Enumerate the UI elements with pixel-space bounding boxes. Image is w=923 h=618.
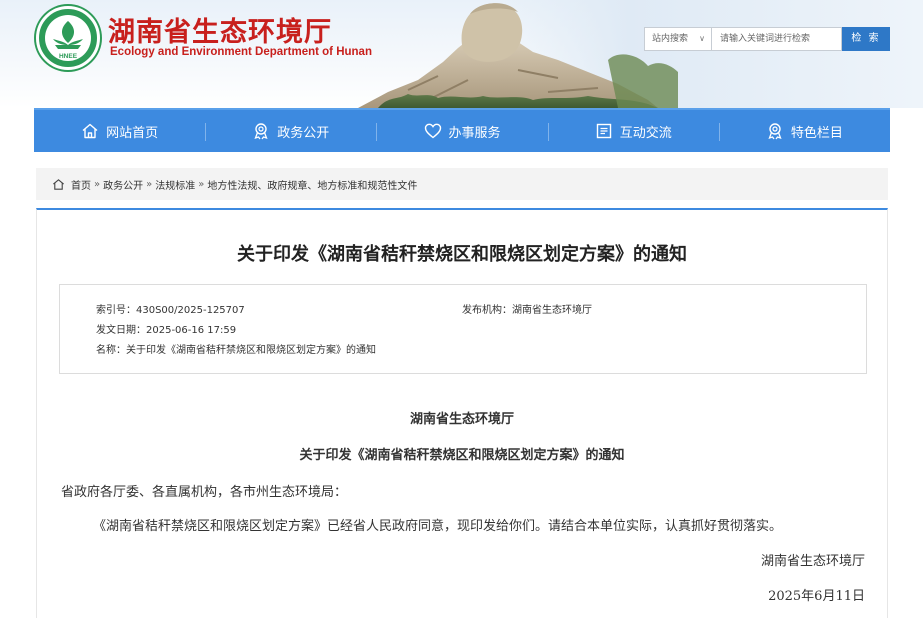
breadcrumb-separator: » — [146, 178, 153, 190]
nav-item-home[interactable]: 网站首页 — [34, 110, 205, 152]
meta-name-label: 名称： — [96, 345, 126, 356]
meta-publisher: 发布机构：湖南省生态环境厅 — [462, 301, 592, 316]
document-issuer: 湖南省生态环境厅 — [409, 412, 514, 427]
search-scope-select[interactable]: 站内搜索 ∨ — [644, 27, 712, 51]
breadcrumb-link-regulations[interactable]: 法规标准 — [155, 177, 195, 192]
nav-item-label: 网站首页 — [106, 125, 159, 141]
nav-item-label: 办事服务 — [448, 125, 501, 141]
document-title: 关于印发《湖南省秸秆禁烧区和限烧区划定方案》的通知 — [299, 448, 625, 463]
article-title: 关于印发《湖南省秸秆禁烧区和限烧区划定方案》的通知 — [237, 244, 687, 265]
document-signature: 湖南省生态环境厅 — [760, 554, 865, 569]
home-icon — [53, 178, 64, 190]
meta-index: 索引号：430S00/2025-125707 — [96, 301, 245, 316]
site-title: 湖南省生态环境厅 — [108, 17, 332, 48]
nav-item-interaction[interactable]: 互动交流 — [547, 110, 719, 152]
site-subtitle-en: Ecology and Environment Department of Hu… — [110, 46, 372, 58]
site-header: HNEE 湖南省生态环境厅 Ecology and Environment De… — [0, 0, 923, 108]
document-date: 2025年6月11日 — [768, 589, 865, 604]
meta-name-value: 关于印发《湖南省秸秆禁烧区和限烧区划定方案》的通知 — [126, 345, 376, 356]
nav-item-gov-affairs[interactable]: 政务公开 — [205, 110, 376, 152]
meta-index-value: 430S00/2025-125707 — [136, 305, 245, 316]
nav-item-label: 特色栏目 — [790, 125, 843, 141]
award-icon — [254, 123, 268, 140]
meta-index-label: 索引号： — [96, 305, 136, 316]
nav-item-services[interactable]: 办事服务 — [376, 110, 547, 152]
nav-item-label: 政务公开 — [277, 125, 330, 141]
meta-publisher-value: 湖南省生态环境厅 — [512, 305, 592, 316]
main-nav: 网站首页 政务公开 办事服务 互动交流 特色栏目 — [34, 108, 890, 152]
search-placeholder: 请输入关键词进行检索 — [720, 34, 811, 44]
nav-item-label: 互动交流 — [619, 125, 672, 141]
meta-date: 发文日期：2025-06-16 17:59 — [96, 321, 236, 336]
document-meta-box: 索引号：430S00/2025-125707 发布机构：湖南省生态环境厅 发文日… — [59, 284, 867, 374]
article-container: 关于印发《湖南省秸秆禁烧区和限烧区划定方案》的通知 索引号：430S00/202… — [36, 208, 888, 618]
breadcrumb: 首页 » 政务公开 » 法规标准 » 地方性法规、政府规章、地方标准和规范性文件 — [36, 168, 888, 200]
site-logo[interactable]: HNEE — [36, 6, 100, 70]
document-paragraph: 《湖南省秸秆禁烧区和限烧区划定方案》已经省人民政府同意，现印发给你们。请结合本单… — [93, 519, 783, 534]
search-input[interactable]: 请输入关键词进行检索 — [712, 27, 842, 51]
logo-emblem: HNEE — [45, 15, 91, 61]
heart-icon — [424, 123, 441, 139]
meta-name: 名称：关于印发《湖南省秸秆禁烧区和限烧区划定方案》的通知 — [96, 341, 376, 356]
logo-leaf-icon: HNEE — [53, 21, 83, 60]
meta-date-value: 2025-06-16 17:59 — [146, 325, 237, 336]
search-button[interactable]: 检 索 — [842, 27, 890, 51]
breadcrumb-separator: » — [94, 178, 101, 190]
breadcrumb-link-local-rules[interactable]: 地方性法规、政府规章、地方标准和规范性文件 — [207, 177, 417, 192]
nav-item-featured[interactable]: 特色栏目 — [718, 110, 890, 152]
search-scope-label: 站内搜索 — [652, 34, 689, 44]
header-statue-image — [358, 3, 678, 108]
award-icon — [768, 123, 782, 140]
breadcrumb-separator: » — [198, 178, 205, 190]
home-icon — [82, 123, 98, 139]
meta-publisher-label: 发布机构： — [462, 305, 512, 316]
chevron-down-icon: ∨ — [699, 34, 705, 43]
meta-date-label: 发文日期： — [96, 325, 146, 336]
document-recipients: 省政府各厅委、各直属机构，各市州生态环境局： — [61, 485, 348, 500]
breadcrumb-link-gov-affairs[interactable]: 政务公开 — [103, 177, 143, 192]
logo-text: HNEE — [59, 53, 78, 60]
document-icon — [596, 123, 611, 139]
breadcrumb-link-home[interactable]: 首页 — [71, 177, 91, 192]
